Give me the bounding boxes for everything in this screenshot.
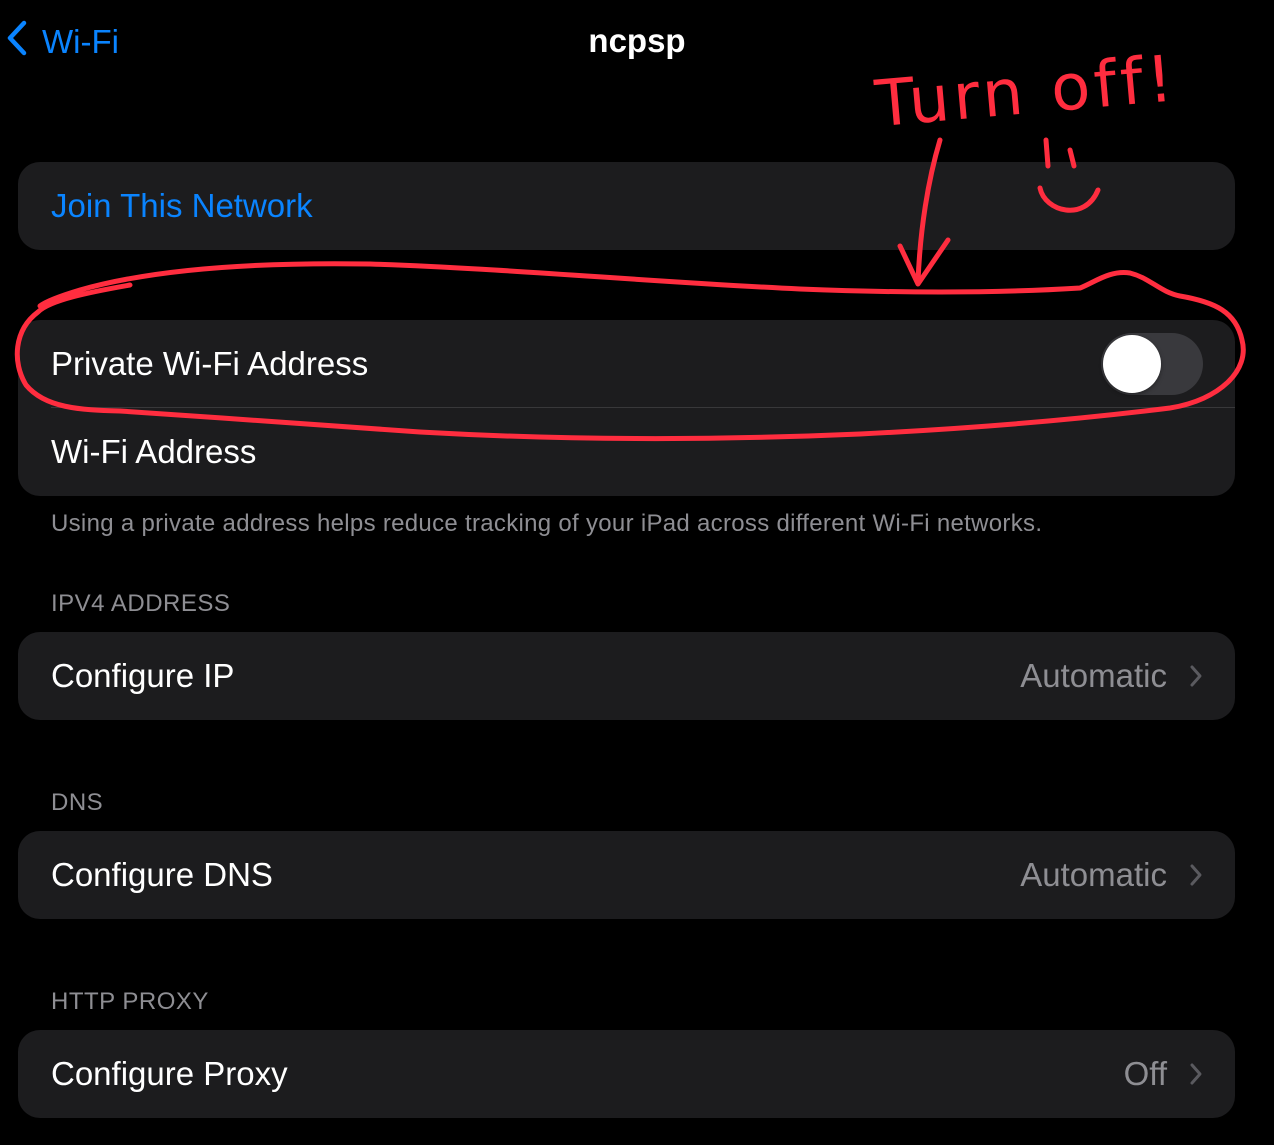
join-network-group: Join This Network [18,162,1235,250]
join-network-button[interactable]: Join This Network [18,162,1235,250]
ipv4-group: Configure IP Automatic [18,632,1235,720]
page-title: ncpsp [588,22,686,59]
chevron-right-icon [1189,863,1203,887]
ipv4-section-header: IPV4 ADDRESS [51,590,231,617]
configure-dns-row[interactable]: Configure DNS Automatic [18,831,1235,919]
join-network-label: Join This Network [51,187,313,224]
private-address-group: Private Wi-Fi Address Wi-Fi Address [18,320,1235,496]
private-address-row: Private Wi-Fi Address [18,320,1235,408]
proxy-section-header: HTTP PROXY [51,988,209,1015]
private-address-label: Private Wi-Fi Address [51,345,369,382]
chevron-right-icon [1189,664,1203,688]
dns-section-header: DNS [51,789,104,816]
dns-group: Configure DNS Automatic [18,831,1235,919]
configure-dns-label: Configure DNS [51,856,273,893]
proxy-group: Configure Proxy Off [18,1030,1235,1118]
configure-proxy-label: Configure Proxy [51,1055,288,1092]
toggle-knob [1103,335,1161,393]
configure-ip-row[interactable]: Configure IP Automatic [18,632,1235,720]
configure-ip-value: Automatic [1020,657,1167,694]
network-settings-page: Wi-Fi ncpsp Join This Network Private Wi… [0,0,1274,1145]
private-address-footer: Using a private address helps reduce tra… [51,510,1043,537]
configure-ip-label: Configure IP [51,657,235,694]
wifi-address-row: Wi-Fi Address [18,408,1235,496]
configure-proxy-value: Off [1123,1055,1167,1092]
chevron-right-icon [1189,1062,1203,1086]
wifi-address-label: Wi-Fi Address [51,433,257,470]
private-address-toggle[interactable] [1101,333,1203,395]
configure-proxy-row[interactable]: Configure Proxy Off [18,1030,1235,1118]
configure-dns-value: Automatic [1020,856,1167,893]
